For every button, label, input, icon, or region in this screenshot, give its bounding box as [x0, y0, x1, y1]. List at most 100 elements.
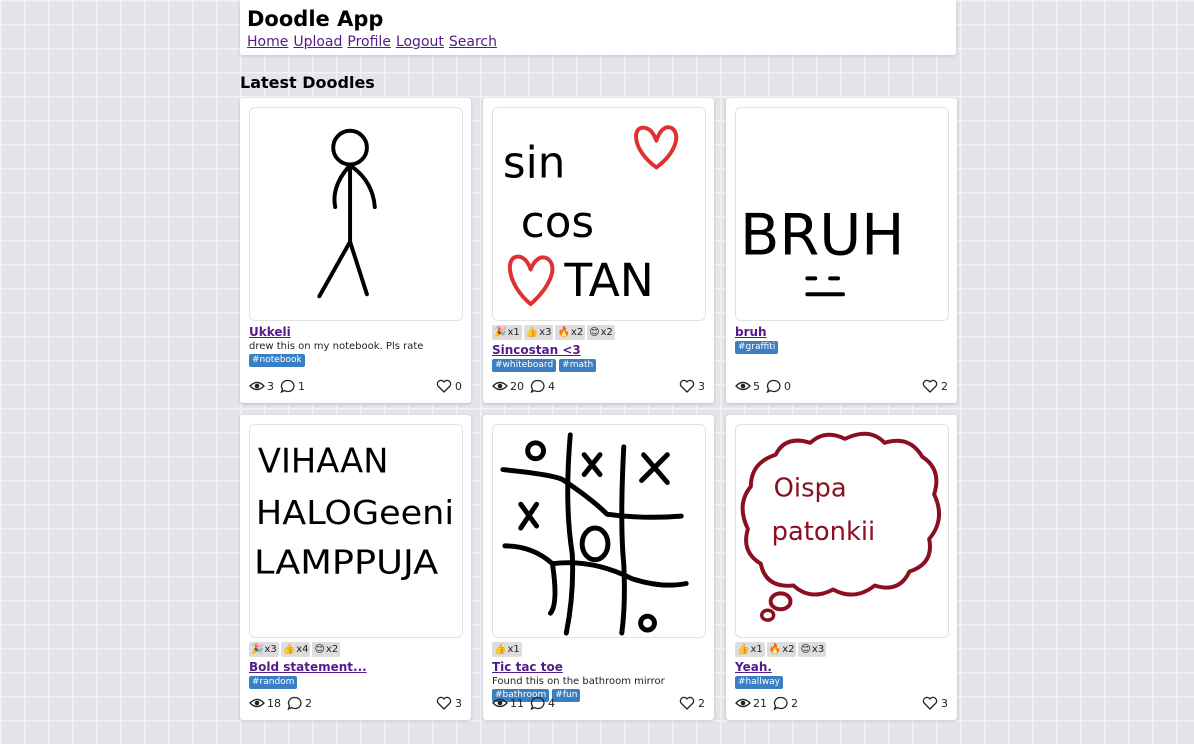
app-header: Doodle App Home Upload Profile Logout Se… [240, 0, 956, 55]
reaction-badge[interactable]: 👍 x1 [735, 642, 765, 657]
thought-bubble-small [760, 608, 776, 622]
reaction-badge[interactable]: 👍 x1 [492, 642, 522, 657]
view-count-value: 5 [753, 379, 760, 393]
drawing-text-tan: TAN [563, 254, 654, 307]
comment-icon [530, 379, 545, 393]
doodle-grid: Ukkeli drew this on my notebook. Pls rat… [240, 98, 958, 720]
reaction-list: 🎉 x1 👍 x3 🔥 x2 😊 x2 [492, 325, 705, 340]
doodle-tag[interactable]: #math [559, 359, 597, 372]
reaction-list: 👍 x1 🔥 x2 😊 x3 [735, 642, 948, 657]
doodle-title-link[interactable]: Yeah. [735, 660, 948, 675]
like-button[interactable]: 3 [436, 696, 462, 710]
heart-icon [436, 696, 452, 710]
doodle-drawing-thought-cloud: Oispa patonkii [740, 431, 941, 622]
doodle-thumbnail[interactable] [492, 424, 706, 638]
reaction-badge[interactable]: 😊 x3 [798, 642, 827, 657]
thought-cloud-outline [740, 431, 941, 597]
nav-logout-link[interactable]: Logout [396, 33, 444, 51]
like-button[interactable]: 3 [679, 379, 705, 393]
reaction-badge[interactable]: 👍 x4 [280, 642, 311, 657]
doodle-thumbnail[interactable]: VIHAAN HALOGeeni LAMPPUJA [249, 424, 463, 638]
drawing-text-line1: Oispa [774, 473, 847, 503]
smile-icon: 😊 [589, 327, 600, 338]
doodle-thumbnail[interactable]: BRUH [735, 107, 949, 321]
doodle-description: drew this on my notebook. Pls rate [249, 341, 424, 352]
heart-drawing [508, 254, 555, 307]
doodle-title-link[interactable]: Ukkeli [249, 325, 462, 340]
doodle-description: Found this on the bathroom mirror [492, 676, 665, 687]
doodle-card: Oispa patonkii 👍 x1 🔥 x2 😊 x3 Yeah. #hallwa… [726, 415, 957, 720]
comment-count[interactable]: 4 [530, 696, 555, 710]
doodle-card: VIHAAN HALOGeeni LAMPPUJA 🎉 x3 👍 x4 😊 x2 Bo… [240, 415, 471, 720]
doodle-tag[interactable]: #random [249, 676, 298, 689]
comment-icon [530, 696, 545, 710]
eye-icon [249, 381, 265, 391]
nav-search-link[interactable]: Search [449, 33, 497, 51]
like-count-value: 0 [455, 379, 462, 393]
like-count-value: 2 [698, 696, 705, 710]
main-nav: Home Upload Profile Logout Search [247, 33, 949, 51]
smile-icon: 😊 [800, 644, 811, 655]
doodle-thumbnail[interactable] [249, 107, 463, 321]
doodle-tag[interactable]: #notebook [249, 354, 305, 367]
comment-count[interactable]: 1 [280, 379, 305, 393]
reaction-badge[interactable]: 😊 x2 [587, 325, 615, 340]
doodle-tag[interactable]: #whiteboard [492, 359, 557, 372]
doodle-drawing-tic-tac-toe [500, 432, 689, 636]
heart-icon [922, 696, 938, 710]
comment-count-value: 2 [791, 696, 798, 710]
reaction-badge[interactable]: 🎉 x1 [492, 325, 522, 340]
comment-count[interactable]: 2 [773, 696, 798, 710]
eye-icon [249, 698, 265, 708]
view-count-value: 3 [267, 379, 274, 393]
comment-count-value: 4 [548, 379, 555, 393]
doodle-card-footer: 11 4 2 [492, 695, 705, 711]
doodle-thumbnail[interactable]: sin cos TAN [492, 107, 706, 321]
like-button[interactable]: 2 [922, 379, 948, 393]
like-button[interactable]: 3 [922, 696, 948, 710]
doodle-card: Ukkeli drew this on my notebook. Pls rat… [240, 98, 471, 403]
app-title: Doodle App [247, 7, 384, 31]
doodle-drawing-bruh: BRUH [740, 202, 905, 297]
thought-bubble-large [768, 591, 793, 612]
like-button[interactable]: 0 [436, 379, 462, 393]
party-icon: 🎉 [251, 644, 264, 655]
nav-upload-link[interactable]: Upload [293, 33, 342, 51]
view-count: 18 [249, 696, 281, 710]
comment-icon [773, 696, 788, 710]
reaction-badge[interactable]: 🔥 x2 [555, 325, 586, 340]
reaction-list: 🎉 x3 👍 x4 😊 x2 [249, 642, 462, 657]
doodle-thumbnail[interactable]: Oispa patonkii [735, 424, 949, 638]
reaction-badge[interactable]: 😊 x2 [312, 642, 341, 657]
doodle-title-link[interactable]: Sincostan <3 [492, 343, 705, 358]
eye-icon [492, 698, 508, 708]
nav-home-link[interactable]: Home [247, 33, 288, 51]
doodle-tag[interactable]: #hallway [735, 676, 783, 689]
thumbs-up-icon: 👍 [282, 644, 296, 655]
drawing-text-line2: patonkii [772, 517, 876, 547]
reaction-badge[interactable]: 👍 x3 [523, 325, 554, 340]
view-count-value: 11 [510, 696, 524, 710]
doodle-drawing-sincostan: sin cos TAN [503, 125, 679, 307]
comment-count[interactable]: 2 [287, 696, 312, 710]
fire-icon: 🔥 [768, 644, 782, 655]
heart-icon [679, 379, 695, 393]
fire-icon: 🔥 [557, 327, 570, 338]
comment-icon [766, 379, 781, 393]
comment-count[interactable]: 0 [766, 379, 791, 393]
comment-count-value: 0 [784, 379, 791, 393]
doodle-tag[interactable]: #graffiti [735, 341, 779, 354]
like-count-value: 3 [455, 696, 462, 710]
doodle-card-footer: 5 0 2 [735, 378, 948, 394]
reaction-badge[interactable]: 🔥 x2 [766, 642, 797, 657]
drawing-text-line3: LAMPPUJA [254, 544, 439, 582]
section-title: Latest Doodles [240, 73, 375, 92]
smile-icon: 😊 [314, 644, 325, 655]
nav-profile-link[interactable]: Profile [347, 33, 391, 51]
doodle-title-link[interactable]: Tic tac toe [492, 660, 705, 675]
reaction-badge[interactable]: 🎉 x3 [249, 642, 279, 657]
doodle-title-link[interactable]: bruh [735, 325, 948, 340]
doodle-title-link[interactable]: Bold statement... [249, 660, 462, 675]
like-button[interactable]: 2 [679, 696, 705, 710]
comment-count[interactable]: 4 [530, 379, 555, 393]
